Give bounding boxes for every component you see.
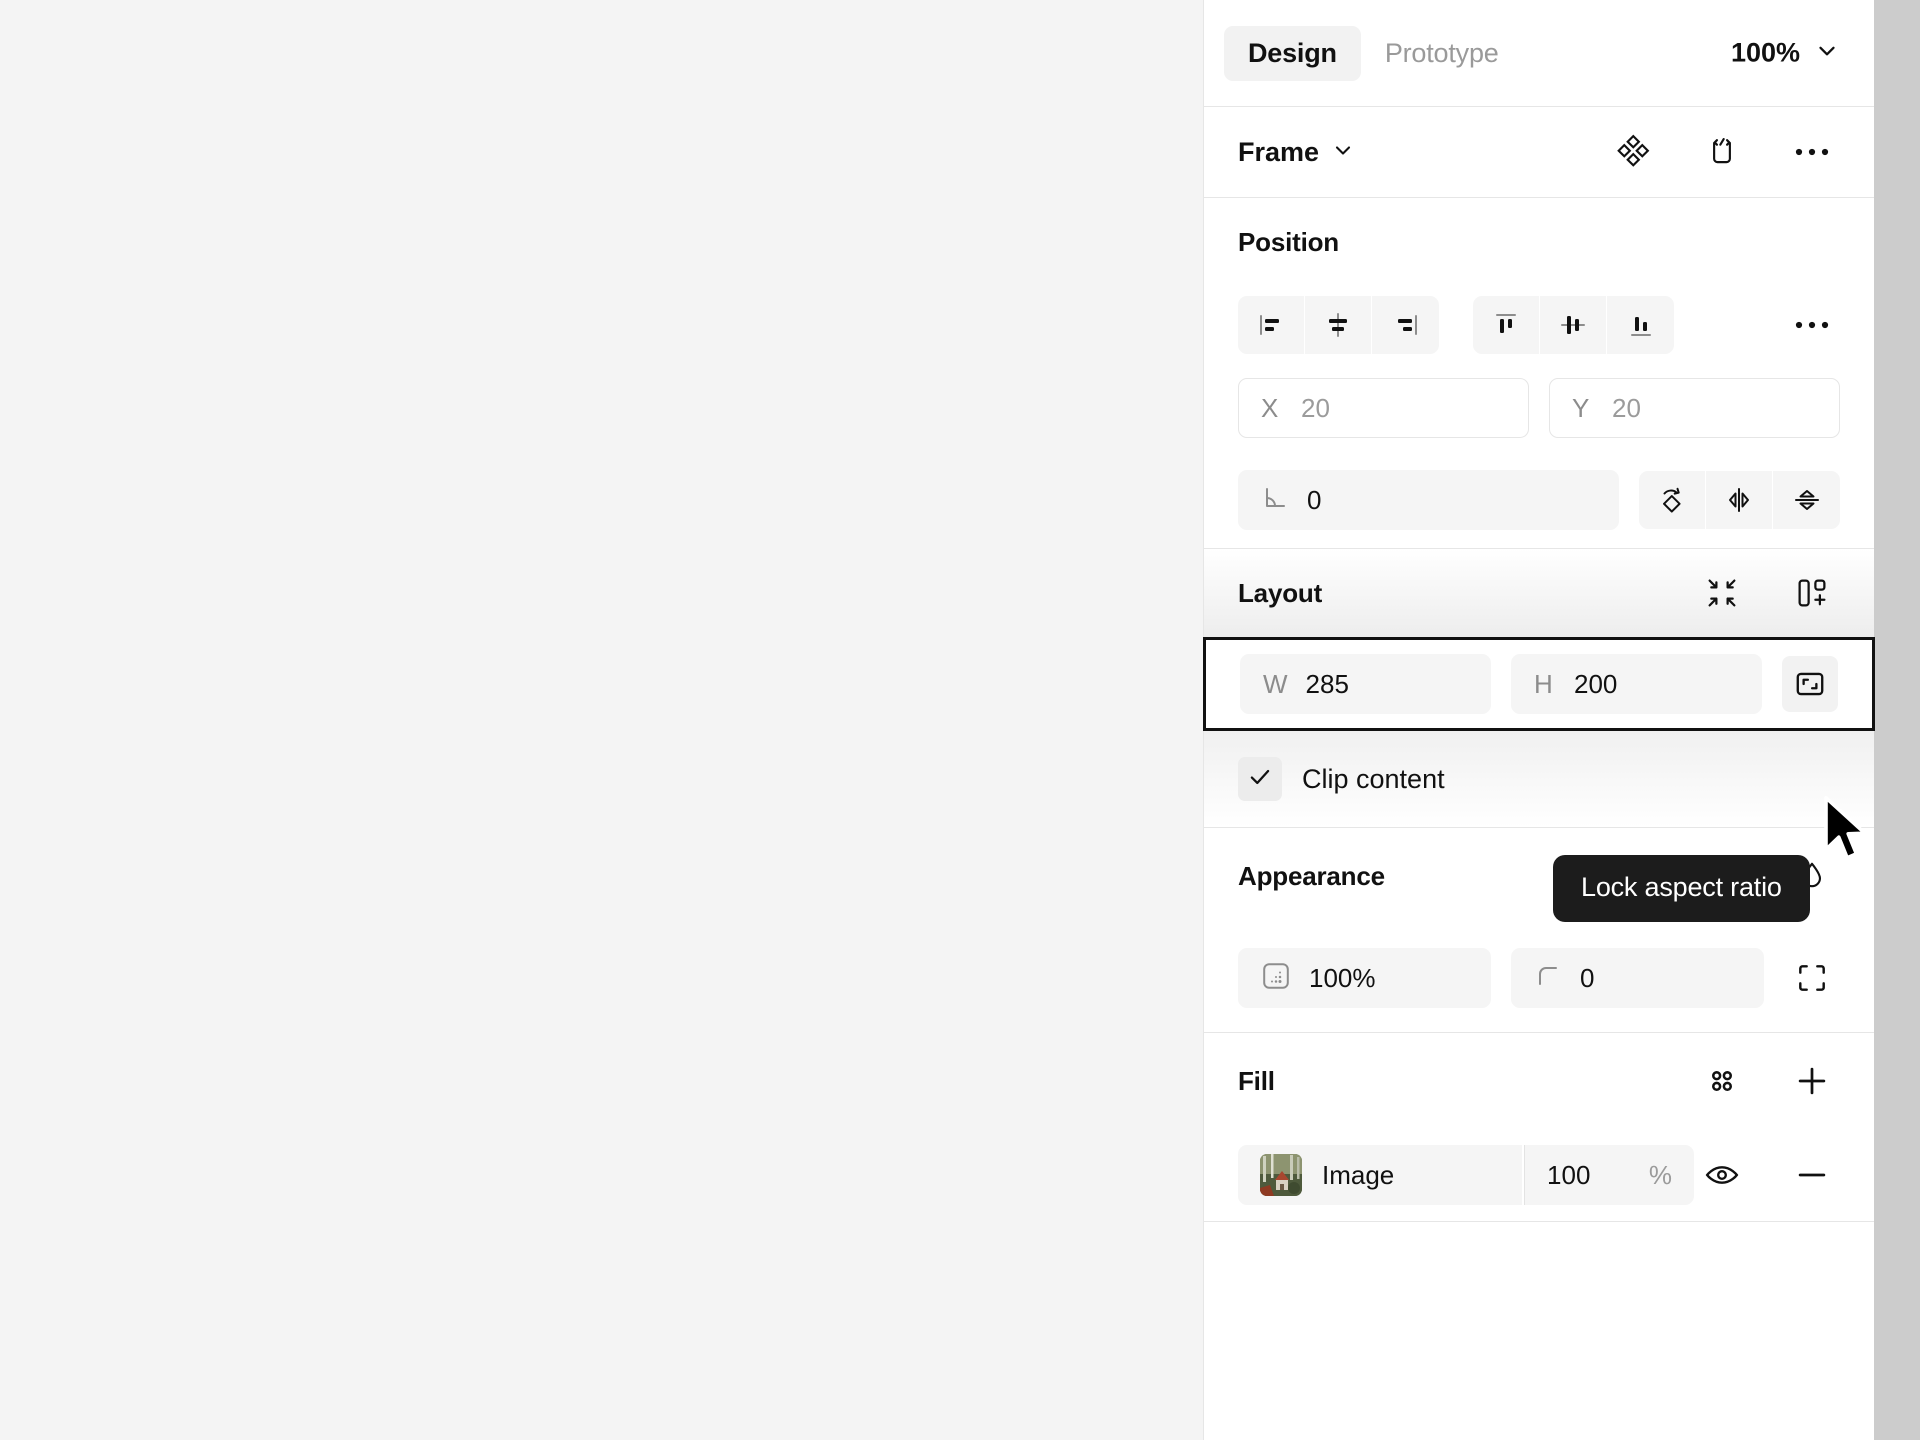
chevron-down-icon[interactable] (1331, 138, 1355, 167)
fill-opacity-unit: % (1648, 1159, 1672, 1190)
height-label: H (1534, 668, 1553, 699)
layout-title: Layout (1238, 577, 1323, 608)
size-row: W 285 H 200 (1206, 640, 1872, 728)
object-type-label: Frame (1238, 136, 1320, 167)
tab-design-label: Design (1248, 37, 1337, 68)
y-label: Y (1572, 392, 1590, 423)
appearance-title: Appearance (1238, 860, 1385, 891)
align-horizontal-center-icon[interactable] (1305, 296, 1372, 354)
canvas-area[interactable] (0, 0, 1203, 1440)
tab-prototype-label: Prototype (1384, 37, 1499, 68)
rotation-value: 0 (1307, 484, 1322, 515)
more-align-options-icon[interactable] (1784, 297, 1840, 353)
width-label: W (1263, 668, 1288, 699)
layout-section: Layout W 285 H 200 Clip content (1203, 549, 1875, 828)
transform-group (1639, 471, 1840, 529)
width-input[interactable]: W 285 (1240, 654, 1491, 714)
fill-header: Fill (1204, 1033, 1874, 1129)
clip-content-label: Clip content (1302, 763, 1445, 794)
appearance-inputs-row: 100% 0 (1204, 924, 1874, 1032)
align-vertical-center-icon[interactable] (1540, 296, 1607, 354)
fill-styles-grid-icon[interactable] (1694, 1053, 1750, 1109)
dev-mode-code-icon[interactable] (1694, 124, 1750, 180)
x-value: 20 (1301, 392, 1330, 423)
fill-opacity-value: 100 (1547, 1159, 1591, 1190)
y-position-input[interactable]: Y 20 (1549, 378, 1840, 438)
resize-to-fit-icon[interactable] (1694, 565, 1750, 621)
tooltip: Lock aspect ratio (1553, 855, 1810, 922)
object-actions (1604, 124, 1840, 180)
height-input[interactable]: H 200 (1511, 654, 1762, 714)
design-properties-panel: Design Prototype 100% Frame Position X 2… (1203, 0, 1875, 1440)
visibility-eye-icon[interactable] (1694, 1147, 1750, 1203)
image-thumbnail[interactable] (1260, 1154, 1302, 1196)
rotation-transform-row: 0 (1204, 452, 1874, 548)
lock-aspect-ratio-icon[interactable] (1782, 656, 1838, 712)
tooltip-text: Lock aspect ratio (1581, 872, 1782, 902)
align-left-icon[interactable] (1238, 296, 1305, 354)
angle-icon (1261, 484, 1289, 517)
opacity-icon (1261, 961, 1291, 996)
chevron-down-icon (1814, 38, 1840, 69)
fill-item-actions (1694, 1147, 1840, 1203)
screen: Design Prototype 100% Frame Position X 2… (0, 0, 1920, 1440)
rotation-input[interactable]: 0 (1238, 470, 1619, 530)
x-label: X (1261, 392, 1279, 423)
position-section: Position X 20 Y 20 0 (1204, 198, 1874, 549)
opacity-input[interactable]: 100% (1238, 948, 1491, 1008)
flip-vertical-icon[interactable] (1773, 471, 1840, 529)
horizontal-alignment-group (1238, 296, 1439, 354)
zoom-control[interactable]: 100% (1731, 38, 1840, 69)
remove-minus-icon[interactable] (1784, 1147, 1840, 1203)
panel-header: Design Prototype 100% (1204, 0, 1874, 107)
component-icon[interactable] (1604, 124, 1660, 180)
width-value: 285 (1305, 668, 1349, 699)
fill-header-actions (1694, 1053, 1840, 1109)
right-edge-strip (1874, 0, 1920, 1440)
fill-opacity-input[interactable]: 100 % (1524, 1145, 1694, 1205)
fill-type-label: Image (1322, 1159, 1395, 1190)
x-position-input[interactable]: X 20 (1238, 378, 1529, 438)
position-xy-row: X 20 Y 20 (1204, 364, 1874, 452)
layout-header: Layout (1204, 549, 1874, 637)
fill-paint-chip[interactable]: Image (1238, 1145, 1523, 1205)
alignment-row (1204, 286, 1874, 364)
frame-row: Frame (1204, 107, 1874, 197)
clip-content-checkbox[interactable] (1238, 757, 1282, 801)
y-value: 20 (1612, 392, 1641, 423)
rotate-90-icon[interactable] (1639, 471, 1706, 529)
corner-radius-input[interactable]: 0 (1511, 948, 1764, 1008)
layout-header-actions (1694, 565, 1840, 621)
check-icon (1247, 764, 1273, 795)
object-type-section: Frame (1204, 107, 1874, 198)
tab-design[interactable]: Design (1224, 25, 1361, 81)
more-options-icon[interactable] (1784, 124, 1840, 180)
opacity-value: 100% (1309, 962, 1376, 993)
fill-item-row: Image 100 % (1204, 1129, 1874, 1221)
flip-horizontal-icon[interactable] (1706, 471, 1773, 529)
position-header: Position (1204, 198, 1874, 286)
add-auto-layout-icon[interactable] (1784, 565, 1840, 621)
fill-title: Fill (1238, 1065, 1275, 1096)
align-right-icon[interactable] (1372, 296, 1439, 354)
align-bottom-icon[interactable] (1607, 296, 1674, 354)
zoom-level-value: 100% (1730, 37, 1800, 68)
height-value: 200 (1574, 668, 1618, 699)
add-fill-plus-icon[interactable] (1784, 1053, 1840, 1109)
independent-corners-icon[interactable] (1784, 950, 1840, 1006)
fill-section: Fill Image 100 % (1204, 1033, 1874, 1222)
tab-prototype[interactable]: Prototype (1361, 26, 1523, 81)
corner-radius-value: 0 (1580, 962, 1595, 993)
corner-radius-icon (1534, 962, 1562, 995)
mouse-pointer-icon (1822, 795, 1876, 872)
position-title: Position (1238, 226, 1339, 257)
vertical-alignment-group (1473, 296, 1674, 354)
align-top-icon[interactable] (1473, 296, 1540, 354)
size-selection-highlight: W 285 H 200 (1203, 637, 1875, 731)
clip-content-row[interactable]: Clip content (1204, 731, 1874, 827)
